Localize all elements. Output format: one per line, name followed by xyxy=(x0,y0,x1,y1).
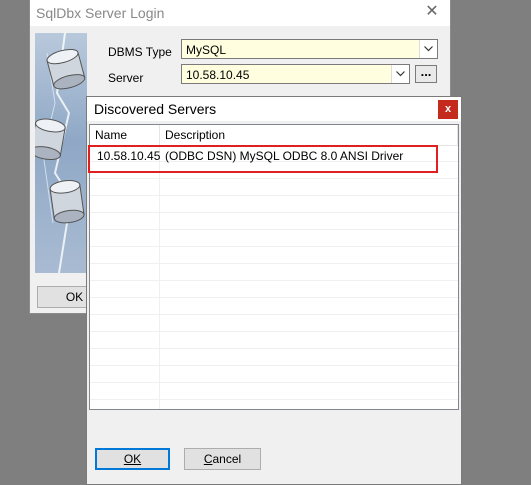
close-icon[interactable]: ✕ xyxy=(420,2,444,22)
server-value: 10.58.10.45 xyxy=(186,68,250,82)
listview-grid xyxy=(90,145,458,409)
server-combo[interactable]: 10.58.10.45 xyxy=(181,64,410,84)
login-window-title: SqlDbx Server Login xyxy=(36,5,165,21)
chevron-down-icon[interactable] xyxy=(419,40,437,58)
browse-servers-button[interactable]: ... xyxy=(415,65,437,83)
ok-button-label: OK xyxy=(123,452,142,466)
database-art xyxy=(35,33,87,273)
server-name-cell: 10.58.10.45 xyxy=(97,149,161,163)
dbms-type-select[interactable]: MySQL xyxy=(181,39,438,59)
column-header-name[interactable]: Name xyxy=(90,125,160,145)
discover-dialog-title: Discovered Servers xyxy=(94,101,217,117)
login-titlebar: SqlDbx Server Login ✕ xyxy=(30,0,450,26)
column-divider xyxy=(159,145,160,409)
discover-titlebar: Discovered Servers x xyxy=(87,97,461,121)
cancel-button[interactable]: Cancel xyxy=(184,448,261,470)
listview-header: Name Description xyxy=(90,125,458,146)
servers-listview[interactable]: Name Description 10.58.10.45 (ODBC DSN) … xyxy=(89,124,459,410)
cancel-button-label: Cancel xyxy=(203,452,242,466)
table-row[interactable]: 10.58.10.45 (ODBC DSN) MySQL ODBC 8.0 AN… xyxy=(90,146,458,166)
ok-button[interactable]: OK xyxy=(95,448,170,470)
dbms-type-value: MySQL xyxy=(186,43,227,57)
database-cylinders-icon xyxy=(35,33,86,273)
column-header-description[interactable]: Description xyxy=(160,125,458,145)
server-label: Server xyxy=(108,71,144,85)
discovered-servers-dialog: Discovered Servers x Name Description 10… xyxy=(86,96,462,485)
close-icon[interactable]: x xyxy=(438,100,458,119)
dbms-type-label: DBMS Type xyxy=(108,45,172,59)
server-description-cell: (ODBC DSN) MySQL ODBC 8.0 ANSI Driver xyxy=(165,149,404,163)
chevron-down-icon[interactable] xyxy=(391,65,409,83)
